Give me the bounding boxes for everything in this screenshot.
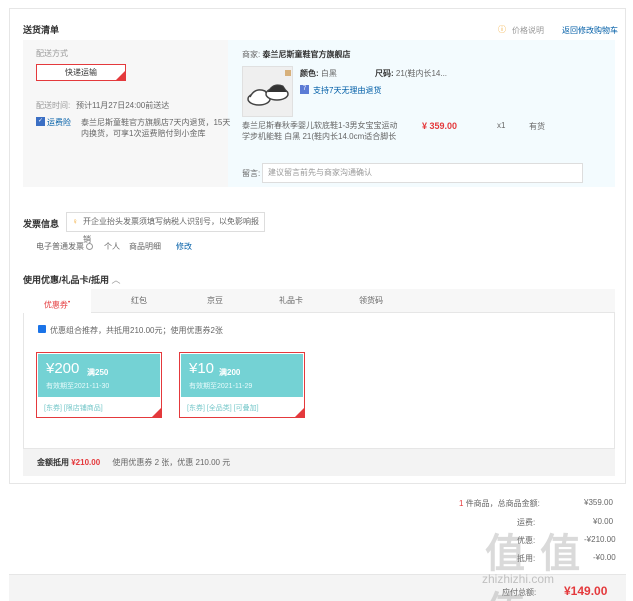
color-value: 白黑 [320, 69, 337, 78]
invoice-tip: ♀ 开企业抬头发票须填写纳税人识别号，以免影响报销 [66, 212, 265, 244]
coupon-card[interactable]: ¥10 满200 有效期至2021-11-29 [东券] [全品类] [可叠加] [179, 352, 305, 418]
coupons-title[interactable]: 使用优惠/礼品卡/抵用 ︿ [23, 273, 121, 286]
time-value: 预计11月27日24:00前送达 [76, 101, 170, 110]
invoice-edit-link[interactable]: 修改 [176, 241, 192, 252]
goods-count-text: 件商品，总商品金额: [465, 499, 540, 508]
express-delivery-label: 快递运输 [65, 68, 97, 77]
method-label: 配送方式 [36, 49, 68, 58]
coupon-tags: [东券] [限店铺商品] [44, 405, 103, 412]
invoice-type-radio[interactable] [86, 243, 94, 251]
sneaker-image [247, 70, 291, 106]
time-label: 配送时间: [36, 101, 71, 110]
recommend-checkbox[interactable] [38, 325, 46, 333]
invoice-person: 个人 [104, 242, 120, 251]
coupon-amount: ¥200 [46, 360, 80, 377]
message-input[interactable]: 建议留言前先与商家沟通确认 [262, 163, 583, 183]
tab-coupons-label: 优惠券 [43, 300, 68, 310]
invoice-type: 电子普通发票 [36, 242, 84, 251]
tab-jd-beans[interactable]: 京豆 [181, 289, 249, 313]
stock-status: 有货 [529, 122, 545, 131]
merchant-row: 商家: 泰兰尼斯童鞋官方旗舰店 [242, 49, 350, 60]
selected-corner-icon [152, 408, 161, 417]
invoice-title: 发票信息 [23, 219, 60, 229]
coupon-face: ¥10 满200 有效期至2021-11-29 [181, 354, 303, 397]
product-thumbnail[interactable] [242, 66, 293, 117]
freight-insurance-text-2: 内换货，可享1次运费赔付到小金库 [81, 129, 206, 138]
coupons-title-text: 使用优惠/礼品卡/抵用 [23, 275, 110, 285]
coupon-amount: ¥10 [189, 360, 215, 377]
chevron-up-icon: ︿ [111, 275, 121, 285]
tab-dot: • [67, 299, 71, 306]
product-qty: x1 [497, 121, 506, 130]
product-price: ¥ 359.00 [422, 121, 458, 131]
back-to-cart-link[interactable]: 返回修改购物车 [562, 25, 618, 36]
color-label: 颜色: [300, 69, 319, 78]
freight-insurance-text-1: 泰兰尼斯童鞋官方旗舰店7天内退货，15天 [81, 118, 231, 127]
selected-corner-icon [295, 408, 304, 417]
freight-insurance-icon: ✓ [36, 117, 45, 126]
coupon-condition: 满250 [87, 368, 109, 377]
coupon-tabs: 优惠券• 红包 京豆 礼品卡 领货码 [23, 289, 615, 313]
sum-value: ¥210.00 [71, 458, 101, 467]
size-row: 尺码: 21(鞋内长14... [375, 68, 447, 79]
goods-count-row: 1 件商品，总商品金额: [459, 498, 540, 509]
freight-insurance-badge[interactable]: 运费险 [47, 117, 71, 128]
coupon-sum-bar: 金额抵用 ¥210.00 使用优惠券 2 张，优惠 210.00 元 [23, 449, 615, 476]
goods-total: ¥359.00 [584, 498, 613, 507]
product-name-2[interactable]: 学步机能鞋 白黑 21(鞋内长14.0cm适合脚长 [242, 131, 396, 142]
coupon-card[interactable]: ¥200 满250 有效期至2021-11-30 [东券] [限店铺商品] [36, 352, 162, 418]
tab-gift-card[interactable]: 礼品卡 [251, 289, 331, 313]
coupon-date: 有效期至2021-11-29 [189, 383, 253, 390]
size-value: 21(鞋内长14... [395, 69, 448, 78]
delivery-column [23, 40, 228, 187]
invoice-detail: 商品明细 [129, 242, 161, 251]
merchant-label: 商家: [242, 50, 261, 59]
selected-corner-icon [116, 71, 125, 80]
price-note-link[interactable]: 价格说明 [512, 25, 544, 36]
coupon-condition: 满200 [219, 368, 241, 377]
size-label: 尺码: [375, 69, 394, 78]
shipping-section-title: 送货清单 [23, 25, 60, 35]
express-delivery-button[interactable]: 快递运输 [36, 64, 126, 81]
watermark-site: zhizhizhi.com [482, 572, 555, 586]
recommend-text: 优惠组合推荐，共抵用210.00元；使用优惠券2张 [50, 326, 223, 335]
sum-label: 金额抵用 [37, 458, 69, 467]
coupon-tags: [东券] [全品类] [可叠加] [187, 405, 259, 412]
tab-redeem-code[interactable]: 领货码 [331, 289, 411, 313]
coupon-date: 有效期至2021-11-30 [46, 383, 110, 390]
return-badge-icon: 7 [300, 85, 309, 94]
product-name-1[interactable]: 泰兰尼斯春秋季婴儿软底鞋1-3男女宝宝运动 [242, 120, 398, 131]
coupon-face: ¥200 满250 有效期至2021-11-30 [38, 354, 160, 397]
message-label: 留言: [242, 169, 261, 178]
tab-red-packet[interactable]: 红包 [105, 289, 173, 313]
sum-detail: 使用优惠券 2 张，优惠 210.00 元 [112, 458, 231, 467]
color-row: 颜色: 白黑 [300, 68, 337, 79]
info-icon: ⓘ [498, 25, 506, 34]
invoice-type-row: 电子普通发票 [36, 241, 94, 252]
merchant-name[interactable]: 泰兰尼斯童鞋官方旗舰店 [262, 50, 350, 59]
goods-count: 1 [459, 499, 464, 508]
lightbulb-icon: ♀ [72, 217, 78, 226]
tab-coupons[interactable]: 优惠券• [23, 289, 91, 313]
return-note-link[interactable]: 支持7天无理由退货 [313, 85, 381, 96]
